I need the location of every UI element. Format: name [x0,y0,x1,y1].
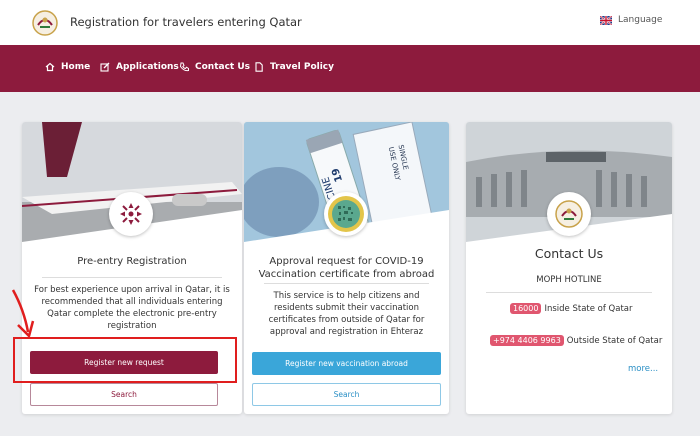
hotline-inside-row: 16000 Inside State of Qatar [510,303,633,314]
top-header: Registration for travelers entering Qata… [0,0,700,45]
vaccination-badge [324,192,368,236]
preentry-badge [109,192,153,236]
main-navbar: Home Applications Contact Us Travel Poli… [0,45,700,92]
contact-badge [547,192,591,236]
hotline-outside-row: +974 4406 9963 Outside State of Qatar [490,335,662,346]
nav-travel-policy-label: Travel Policy [270,62,335,72]
edit-icon [100,62,110,72]
preentry-title: Pre-entry Registration [77,256,187,267]
language-label: Language [618,15,663,25]
outside-number-pill[interactable]: +974 4406 9963 [490,335,564,346]
preentry-search-button[interactable]: Search [30,383,218,406]
more-link[interactable]: more... [628,364,658,374]
vaccination-description: This service is to help citizens and res… [268,291,425,337]
card-contact-us: Contact Us MOPH HOTLINE 16000 Inside Sta… [466,122,672,414]
ministry-logo [31,9,59,37]
uk-flag-icon [600,15,612,25]
nav-home[interactable]: Home [45,62,90,72]
vaccination-title: Approval request for COVID-19 Vaccinatio… [258,256,435,280]
phone-icon [179,62,189,72]
highlight-box [13,337,237,383]
preentry-divider [42,277,222,278]
outside-label: Outside State of Qatar [566,335,663,346]
arrows-in-icon [120,203,142,225]
nav-contact-us-label: Contact Us [195,62,251,72]
nav-applications[interactable]: Applications [100,62,179,72]
document-icon [255,62,263,72]
inside-label: Inside State of Qatar [544,303,633,314]
preentry-description: For best experience upon arrival in Qata… [34,285,230,331]
home-icon [45,62,55,72]
nav-applications-label: Applications [116,62,179,72]
contact-divider [486,292,652,293]
vaccination-search-button[interactable]: Search [252,383,441,406]
register-new-vaccination-abroad-button[interactable]: Register new vaccination abroad [252,352,441,375]
card-vaccination-approval: SINGLE USE ONLY VACCINE 19 Approval requ… [244,122,449,414]
nav-home-label: Home [61,62,91,72]
nav-travel-policy[interactable]: Travel Policy [254,62,334,72]
vaccination-divider [264,283,429,284]
hotline-label: MOPH HOTLINE [536,275,602,285]
site-title: Registration for travelers entering Qata… [70,15,302,29]
nav-contact-us[interactable]: Contact Us [179,62,250,72]
language-selector[interactable]: Language [600,15,662,25]
inside-number-pill[interactable]: 16000 [510,303,542,314]
qr-certificate-icon [328,196,364,232]
contact-title: Contact Us [534,246,604,261]
ministry-emblem-icon [555,200,583,228]
